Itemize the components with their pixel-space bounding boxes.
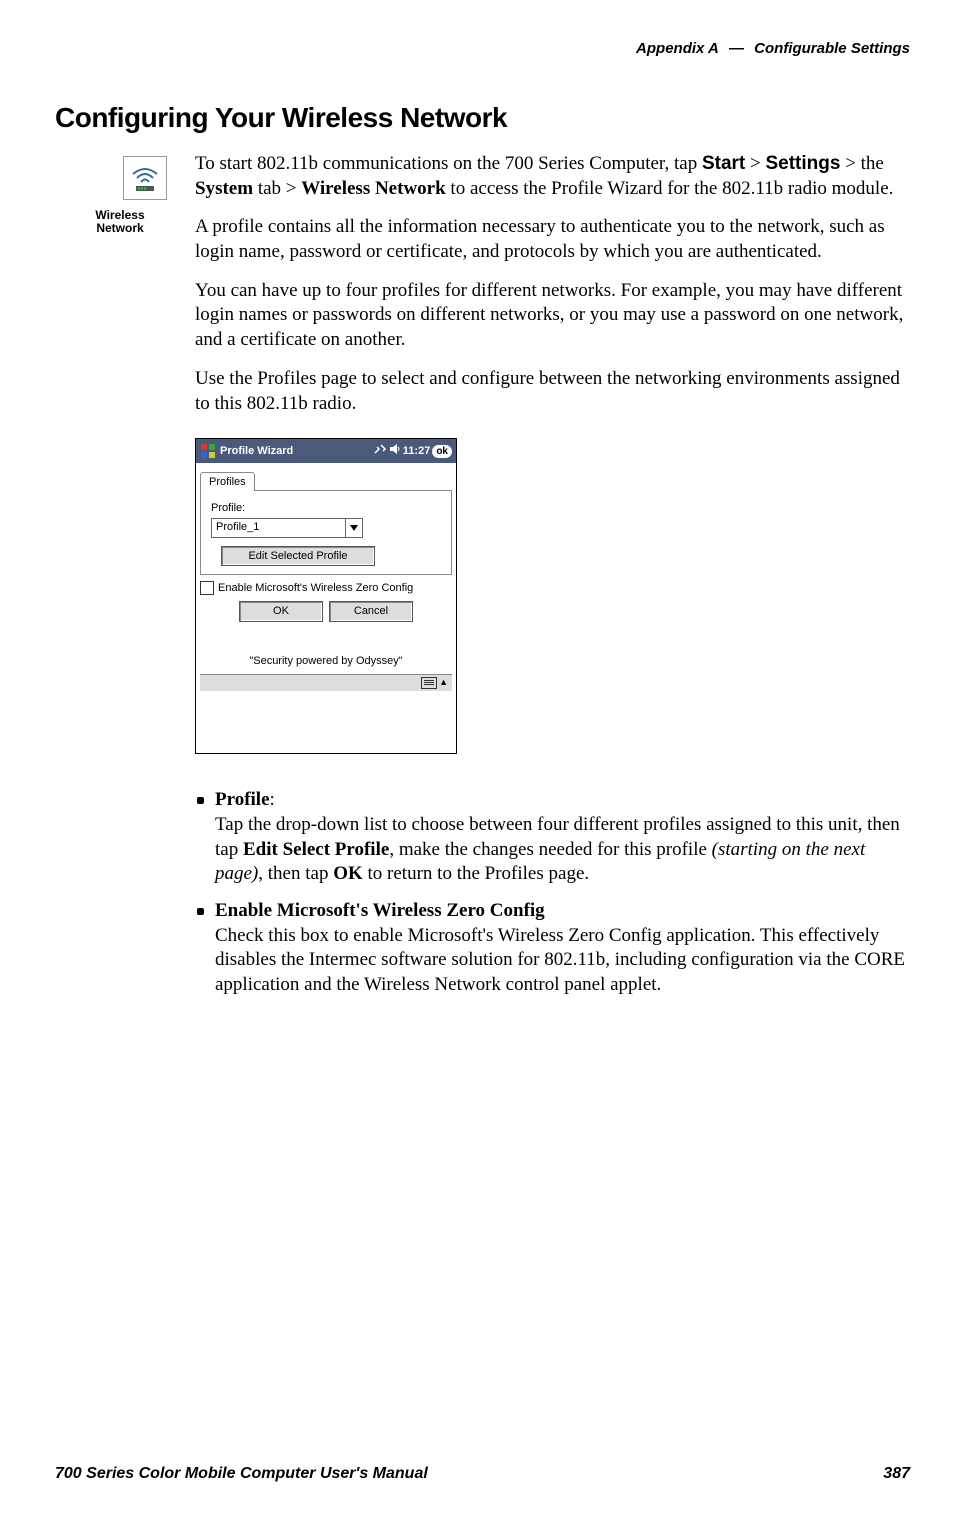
wireless-network-icon-label: Wireless Network xyxy=(95,209,145,235)
cancel-button[interactable]: Cancel xyxy=(329,601,413,621)
titlebar-tray: 11:27 ok xyxy=(373,443,452,459)
security-footer-note: "Security powered by Odyssey" xyxy=(200,654,452,668)
keyboard-icon[interactable] xyxy=(421,677,437,689)
tab-profiles[interactable]: Profiles xyxy=(200,472,255,491)
intro-paragraph-2: A profile contains all the information n… xyxy=(195,215,910,264)
window-start-icon xyxy=(200,443,216,459)
margin-icon-column: Wireless Network xyxy=(55,152,195,235)
zero-config-checkbox-label: Enable Microsoft's Wireless Zero Config xyxy=(218,581,413,595)
p1-sep1: > xyxy=(745,153,765,174)
page-number: 387 xyxy=(883,1465,910,1483)
p1-text-a: To start 802.11b communications on the 7… xyxy=(195,153,702,174)
bullet-profile: Profile: Tap the drop-down list to choos… xyxy=(195,788,910,887)
tab-strip: Profiles xyxy=(200,471,452,491)
header-separator: — xyxy=(729,40,744,57)
p1-text-e: to access the Profile Wizard for the 802… xyxy=(446,178,894,199)
chevron-down-icon xyxy=(345,519,362,537)
profile-wizard-screenshot: Profile Wizard 11:27 ok Profile xyxy=(195,438,457,754)
zero-config-checkbox-row[interactable]: Enable Microsoft's Wireless Zero Config xyxy=(200,581,452,595)
intro-paragraph-3: You can have up to four profiles for dif… xyxy=(195,279,910,353)
p1-text-d: tab > xyxy=(253,178,301,199)
edit-selected-profile-button[interactable]: Edit Selected Profile xyxy=(221,546,375,566)
appendix-label: Appendix A xyxy=(636,40,719,57)
bullet-list: Profile: Tap the drop-down list to choos… xyxy=(195,788,910,998)
p1-text-c: > the xyxy=(840,153,883,174)
ok-button[interactable]: OK xyxy=(239,601,323,621)
intro-paragraph-1: To start 802.11b communications on the 7… xyxy=(195,152,910,201)
bullet-profile-text-c: , then tap xyxy=(258,863,333,884)
wireless-network-icon xyxy=(123,156,167,200)
bullet-profile-title: Profile xyxy=(215,789,270,810)
p1-start: Start xyxy=(702,153,745,174)
dialog-button-row: OK Cancel xyxy=(200,601,452,621)
titlebar-ok-button[interactable]: ok xyxy=(432,445,452,458)
profiles-tab-content: Profile: Profile_1 Edit Selected Profile xyxy=(200,491,452,575)
sip-taskbar: ▲ xyxy=(200,674,452,691)
running-header: Appendix A — Configurable Settings xyxy=(55,40,910,57)
sip-up-arrow-icon[interactable]: ▲ xyxy=(439,678,448,687)
profile-field-label: Profile: xyxy=(211,501,441,515)
profile-dropdown-value: Profile_1 xyxy=(212,519,345,537)
p1-system: System xyxy=(195,178,253,199)
intro-paragraph-4: Use the Profiles page to select and conf… xyxy=(195,367,910,416)
profile-dropdown[interactable]: Profile_1 xyxy=(211,518,363,538)
bullet-zero-config: Enable Microsoft's Wireless Zero Config … xyxy=(195,899,910,998)
bullet-profile-text-d: to return to the Profiles page. xyxy=(363,863,589,884)
p1-settings: Settings xyxy=(765,153,840,174)
bullet-zero-config-title: Enable Microsoft's Wireless Zero Config xyxy=(215,900,545,921)
window-title: Profile Wizard xyxy=(220,444,369,458)
page-footer: 700 Series Color Mobile Computer User's … xyxy=(55,1465,910,1483)
section-heading: Configuring Your Wireless Network xyxy=(55,102,910,134)
bullet-zero-config-body: Check this box to enable Microsoft's Wir… xyxy=(215,925,905,995)
bullet-profile-edit: Edit Select Profile xyxy=(243,839,389,860)
window-client-area: Profiles Profile: Profile_1 Edit Selecte… xyxy=(196,463,456,753)
header-title: Configurable Settings xyxy=(754,40,910,57)
manual-title: 700 Series Color Mobile Computer User's … xyxy=(55,1465,428,1483)
connectivity-icon xyxy=(373,443,387,459)
zero-config-checkbox[interactable] xyxy=(200,581,214,595)
bullet-profile-colon: : xyxy=(270,789,275,810)
speaker-icon xyxy=(389,443,401,459)
window-titlebar: Profile Wizard 11:27 ok xyxy=(196,439,456,463)
p1-wireless-network: Wireless Network xyxy=(301,178,445,199)
bullet-profile-text-b: , make the changes needed for this profi… xyxy=(389,839,711,860)
bullet-profile-ok: OK xyxy=(333,863,363,884)
titlebar-clock: 11:27 xyxy=(403,444,431,458)
